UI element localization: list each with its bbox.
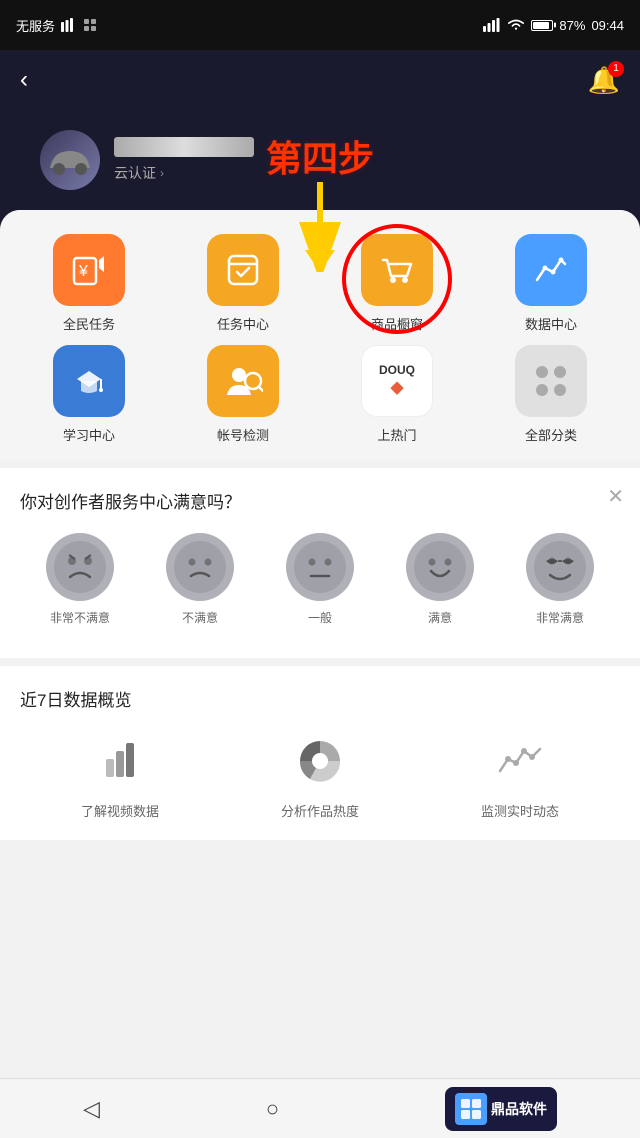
data-item-video[interactable]: 了解视频数据	[81, 731, 159, 820]
brand-logo: 鼎品软件	[445, 1087, 557, 1131]
very-happy-label: 非常满意	[536, 609, 584, 626]
neutral-label: 一般	[308, 609, 332, 626]
grid-menu: ¥ 全民任务 任务中心	[0, 210, 640, 460]
cert-label: 云认证	[114, 163, 156, 183]
status-right: 87% 09:44	[483, 18, 624, 33]
profile-cert[interactable]: 云认证 ›	[114, 163, 254, 183]
zhanghao-label: 帐号检测	[217, 425, 269, 444]
menu-item-fenlei[interactable]: 全部分类	[478, 345, 624, 444]
zhanghao-icon	[207, 345, 279, 417]
status-left: 无服务	[16, 16, 97, 35]
data-section: 近7日数据概览 了解视频数据	[0, 666, 640, 840]
signal-icon	[483, 18, 501, 32]
brand-text: 鼎品软件	[491, 1099, 547, 1119]
svg-text:¥: ¥	[78, 263, 88, 280]
shangpin-icon	[361, 234, 433, 306]
menu-item-shuju[interactable]: 数据中心	[478, 234, 624, 333]
back-nav-button[interactable]: ◁	[83, 1096, 100, 1122]
shuju-label: 数据中心	[525, 314, 577, 333]
menu-item-quanmin[interactable]: ¥ 全民任务	[16, 234, 162, 333]
video-data-icon	[90, 731, 150, 791]
xuexi-icon	[53, 345, 125, 417]
sim-icon	[61, 18, 77, 32]
wifi-icon	[507, 18, 525, 32]
happy-label: 满意	[428, 609, 452, 626]
notification-button[interactable]: 🔔 1	[588, 65, 620, 96]
extra-icon	[83, 18, 97, 32]
xuexi-label: 学习中心	[63, 425, 115, 444]
emoji-very-happy[interactable]: 非常满意	[526, 533, 594, 626]
data-item-heat[interactable]: 分析作品热度	[281, 731, 359, 820]
emoji-very-unhappy[interactable]: 非常不满意	[46, 533, 114, 626]
shangpin-label: 商品橱窗	[371, 314, 423, 333]
renwu-icon	[207, 234, 279, 306]
data-item-realtime[interactable]: 监测实时动态	[481, 731, 559, 820]
renwu-label: 任务中心	[217, 314, 269, 333]
menu-item-renwu[interactable]: 任务中心	[170, 234, 316, 333]
satisfaction-title: 你对创作者服务中心满意吗？	[20, 488, 620, 513]
realtime-label: 监测实时动态	[481, 801, 559, 820]
notification-badge: 1	[608, 61, 624, 77]
neutral-face	[286, 533, 354, 601]
profile-name-blur	[114, 137, 254, 157]
home-nav-button[interactable]: ○	[266, 1096, 279, 1122]
carrier-text: 无服务	[16, 16, 55, 35]
quanmin-label: 全民任务	[63, 314, 115, 333]
emoji-row: 非常不满意 不满意	[20, 533, 620, 626]
light-body: ¥ 全民任务 任务中心	[0, 210, 640, 1078]
bottom-nav: ◁ ○ 鼎品软件	[0, 1078, 640, 1138]
battery-tip	[554, 23, 556, 28]
very-happy-face	[526, 533, 594, 601]
time-text: 09:44	[591, 18, 624, 33]
battery-icon	[531, 20, 553, 31]
heat-label: 分析作品热度	[281, 801, 359, 820]
shang-label: 上热门	[377, 425, 416, 444]
shang-icon: DOUQ ⬥	[361, 345, 433, 417]
brand-icon	[455, 1093, 487, 1125]
back-button[interactable]: ‹	[20, 66, 28, 94]
fenlei-label: 全部分类	[525, 425, 577, 444]
avatar	[40, 130, 100, 190]
main-scrollable: 云认证 › ¥ 全民任务	[0, 110, 640, 1078]
shuju-icon	[515, 234, 587, 306]
avatar-image	[40, 130, 100, 190]
emoji-happy[interactable]: 满意	[406, 533, 474, 626]
profile-section: 云认证 ›	[20, 120, 620, 210]
menu-item-xuexi[interactable]: 学习中心	[16, 345, 162, 444]
very-unhappy-face	[46, 533, 114, 601]
happy-face	[406, 533, 474, 601]
data-icons-row: 了解视频数据 分析作品热度	[20, 731, 620, 820]
close-button[interactable]: ✕	[607, 484, 624, 509]
realtime-icon	[490, 731, 550, 791]
menu-item-shang[interactable]: DOUQ ⬥ 上热门	[324, 345, 470, 444]
heat-icon	[290, 731, 350, 791]
data-title: 近7日数据概览	[20, 686, 620, 711]
video-data-label: 了解视频数据	[81, 801, 159, 820]
unhappy-label: 不满意	[182, 609, 218, 626]
menu-item-zhanghao[interactable]: 帐号检测	[170, 345, 316, 444]
battery-fill	[533, 22, 549, 29]
top-nav: ‹ 🔔 1	[0, 50, 640, 110]
fenlei-icon	[515, 345, 587, 417]
profile-info: 云认证 ›	[114, 137, 254, 183]
status-bar: 无服务 87%	[0, 0, 640, 50]
emoji-neutral[interactable]: 一般	[286, 533, 354, 626]
emoji-unhappy[interactable]: 不满意	[166, 533, 234, 626]
unhappy-face	[166, 533, 234, 601]
dark-header: 云认证 ›	[0, 110, 640, 210]
battery-text: 87%	[559, 18, 585, 33]
very-unhappy-label: 非常不满意	[50, 609, 110, 626]
quanmin-icon: ¥	[53, 234, 125, 306]
menu-item-shangpin[interactable]: 商品橱窗	[324, 234, 470, 333]
satisfaction-section: ✕ 你对创作者服务中心满意吗？ 非常不满意	[0, 468, 640, 658]
cert-chevron-icon: ›	[160, 166, 164, 180]
